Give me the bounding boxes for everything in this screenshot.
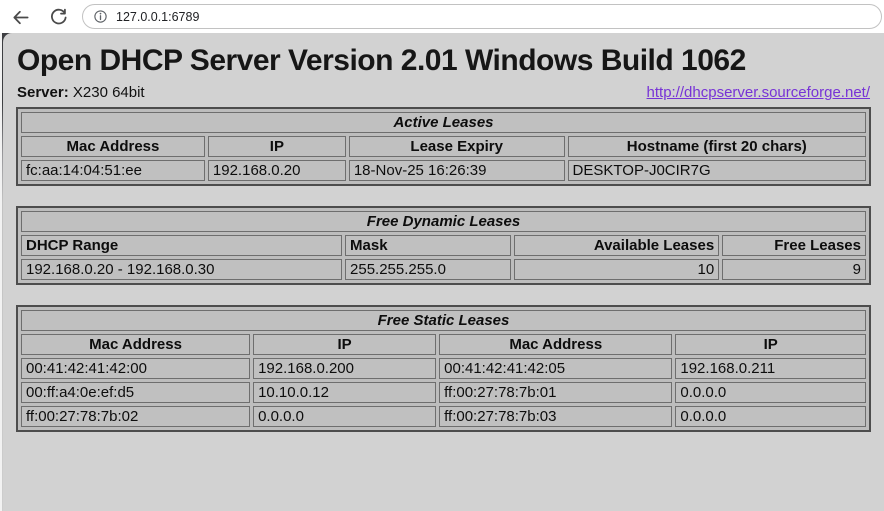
column-header: Lease Expiry	[349, 136, 565, 157]
table-title: Active Leases	[21, 112, 866, 133]
ip-cell: 0.0.0.0	[253, 406, 436, 427]
table-title-row: Active Leases	[21, 112, 866, 133]
column-header: Mac Address	[21, 136, 205, 157]
table-title: Free Static Leases	[21, 310, 866, 331]
mac-address-cell: ff:00:27:78:7b:03	[439, 406, 672, 427]
mac-address-cell: ff:00:27:78:7b:02	[21, 406, 250, 427]
back-button[interactable]	[7, 4, 33, 30]
column-header: IP	[675, 334, 866, 355]
ip-cell: 192.168.0.200	[253, 358, 436, 379]
column-header: DHCP Range	[21, 235, 342, 256]
browser-toolbar: 127.0.0.1:6789	[0, 0, 884, 33]
header-row: Mac Address IP Mac Address IP	[21, 334, 866, 355]
server-info: Server: X230 64bit	[17, 84, 145, 101]
sourceforge-link[interactable]: http://dhcpserver.sourceforge.net/	[647, 84, 870, 101]
table-row: 00:ff:a4:0e:ef:d5 10.10.0.12 ff:00:27:78…	[21, 382, 866, 403]
info-icon[interactable]	[93, 9, 108, 24]
table-row: fc:aa:14:04:51:ee 192.168.0.20 18-Nov-25…	[21, 160, 866, 181]
table-title: Free Dynamic Leases	[21, 211, 866, 232]
column-header: Hostname (first 20 chars)	[568, 136, 866, 157]
ip-cell: 192.168.0.211	[675, 358, 866, 379]
column-header: IP	[253, 334, 436, 355]
ip-cell: 0.0.0.0	[675, 406, 866, 427]
table-title-row: Free Static Leases	[21, 310, 866, 331]
mac-address-cell: 00:41:42:41:42:05	[439, 358, 672, 379]
column-header: Mac Address	[21, 334, 250, 355]
ip-cell: 0.0.0.0	[675, 382, 866, 403]
refresh-button[interactable]	[45, 4, 71, 30]
dhcp-range-cell: 192.168.0.20 - 192.168.0.30	[21, 259, 342, 280]
server-name: X230 64bit	[73, 84, 145, 101]
address-bar[interactable]: 127.0.0.1:6789	[82, 4, 882, 29]
server-label: Server:	[17, 84, 69, 101]
free-static-leases-table: Free Static Leases Mac Address IP Mac Ad…	[16, 305, 871, 432]
webpage-content: Open DHCP Server Version 2.01 Windows Bu…	[3, 33, 884, 511]
server-row: Server: X230 64bit http://dhcpserver.sou…	[17, 84, 870, 101]
mac-address-cell: 00:ff:a4:0e:ef:d5	[21, 382, 250, 403]
header-row: Mac Address IP Lease Expiry Hostname (fi…	[21, 136, 866, 157]
table-title-row: Free Dynamic Leases	[21, 211, 866, 232]
url-text[interactable]: 127.0.0.1:6789	[116, 10, 199, 24]
mac-address-cell: fc:aa:14:04:51:ee	[21, 160, 205, 181]
table-row: 192.168.0.20 - 192.168.0.30 255.255.255.…	[21, 259, 866, 280]
column-header: Mask	[345, 235, 511, 256]
column-header: Available Leases	[514, 235, 720, 256]
mask-cell: 255.255.255.0	[345, 259, 511, 280]
hostname-cell: DESKTOP-J0CIR7G	[568, 160, 866, 181]
free-dynamic-leases-table: Free Dynamic Leases DHCP Range Mask Avai…	[16, 206, 871, 285]
lease-expiry-cell: 18-Nov-25 16:26:39	[349, 160, 565, 181]
refresh-icon	[49, 8, 68, 27]
column-header: Free Leases	[722, 235, 866, 256]
column-header: IP	[208, 136, 346, 157]
table-row: ff:00:27:78:7b:02 0.0.0.0 ff:00:27:78:7b…	[21, 406, 866, 427]
header-row: DHCP Range Mask Available Leases Free Le…	[21, 235, 866, 256]
page-title: Open DHCP Server Version 2.01 Windows Bu…	[17, 44, 871, 78]
ip-cell: 192.168.0.20	[208, 160, 346, 181]
free-leases-cell: 9	[722, 259, 866, 280]
mac-address-cell: ff:00:27:78:7b:01	[439, 382, 672, 403]
back-arrow-icon	[11, 8, 30, 27]
mac-address-cell: 00:41:42:41:42:00	[21, 358, 250, 379]
active-leases-table: Active Leases Mac Address IP Lease Expir…	[16, 107, 871, 186]
ip-cell: 10.10.0.12	[253, 382, 436, 403]
window-frame: Open DHCP Server Version 2.01 Windows Bu…	[0, 33, 884, 511]
available-leases-cell: 10	[514, 259, 720, 280]
table-row: 00:41:42:41:42:00 192.168.0.200 00:41:42…	[21, 358, 866, 379]
column-header: Mac Address	[439, 334, 672, 355]
